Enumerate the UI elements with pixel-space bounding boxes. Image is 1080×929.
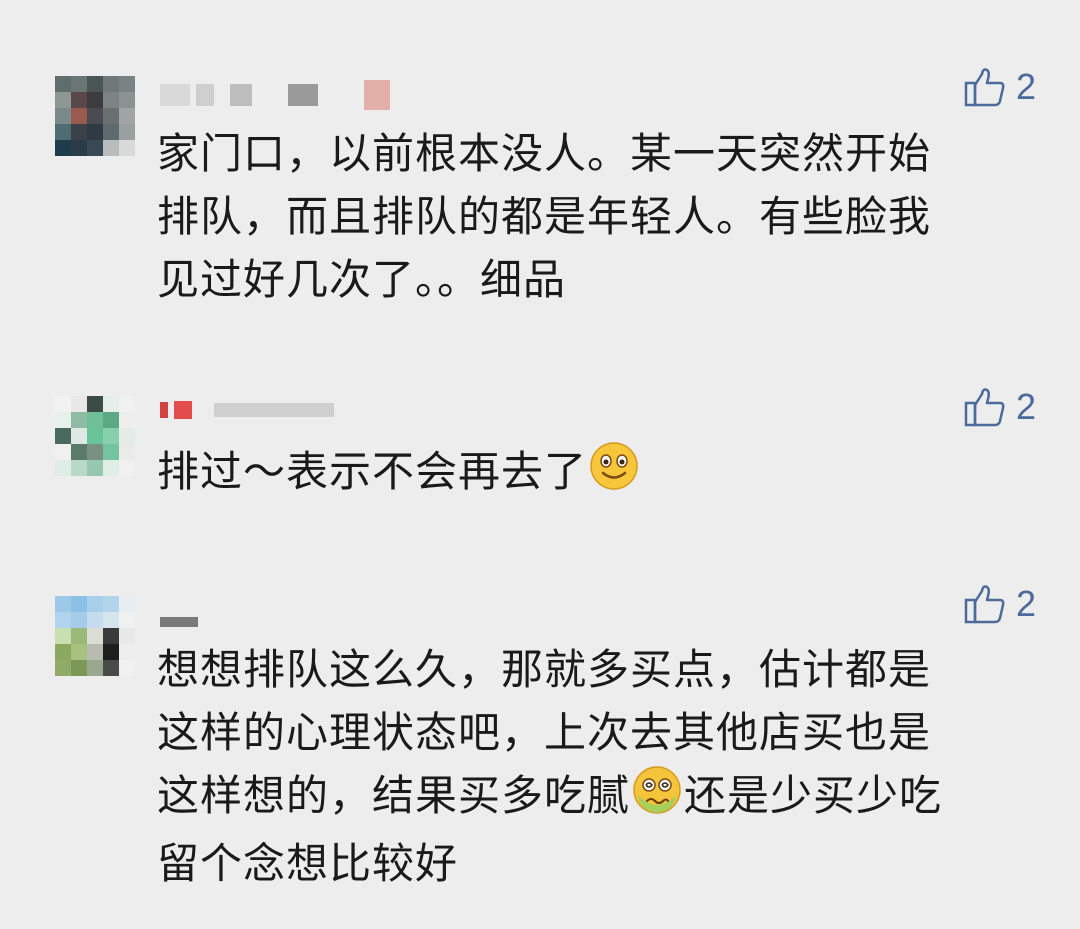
comment-line: 这样想的，结果买多吃腻 还是少买少吃	[157, 764, 1017, 832]
comment-text: 想想排队这么久，那就多买点，估计都是 这样的心理状态吧，上次去其他店买也是 这样…	[157, 638, 1017, 895]
nickname[interactable]	[160, 607, 198, 637]
like-count: 2	[1015, 583, 1036, 624]
comment-text: 家门口，以前根本没人。某一天突然开始 排队，而且排队的都是年轻人。有些脸我 见过…	[157, 122, 1017, 311]
like-button[interactable]: 2	[964, 66, 1036, 108]
avatar[interactable]	[55, 596, 135, 676]
comment-line: 见过好几次了。。细品	[157, 255, 567, 304]
smile-emoji	[589, 441, 639, 508]
comment-line: 家门口，以前根本没人。某一天突然开始	[157, 129, 932, 178]
like-count: 2	[1015, 66, 1036, 107]
comment-line: 留个念想比较好	[157, 839, 459, 888]
nickname[interactable]	[160, 395, 334, 425]
comment-line: 想想排队这么久，那就多买点，估计都是	[157, 645, 932, 694]
like-button[interactable]: 2	[964, 583, 1036, 625]
thumbs-up-icon	[964, 66, 1006, 108]
comment-text-segment: 这样想的，结果买多吃腻	[157, 771, 631, 820]
nickname[interactable]	[160, 80, 390, 110]
like-count: 2	[1015, 386, 1036, 427]
comment-list: 2 家门口，以前根本没人。某一天突然开始 排队，而且排队的都是年轻人。有些脸我 …	[0, 0, 1080, 929]
thumbs-up-icon	[964, 583, 1006, 625]
avatar[interactable]	[55, 396, 135, 476]
like-button[interactable]: 2	[964, 386, 1036, 428]
avatar[interactable]	[55, 76, 135, 156]
comment-text-segment: 还是少买少吃	[684, 771, 943, 820]
thumbs-up-icon	[964, 386, 1006, 428]
comment-text: 排过～表示不会再去了	[157, 440, 1017, 508]
comment-line: 排过～表示不会再去了	[157, 447, 588, 496]
comment-line: 这样的心理状态吧，上次去其他店买也是	[157, 708, 932, 757]
nauseated-emoji	[632, 765, 682, 832]
comment-line: 排队，而且排队的都是年轻人。有些脸我	[157, 192, 932, 241]
